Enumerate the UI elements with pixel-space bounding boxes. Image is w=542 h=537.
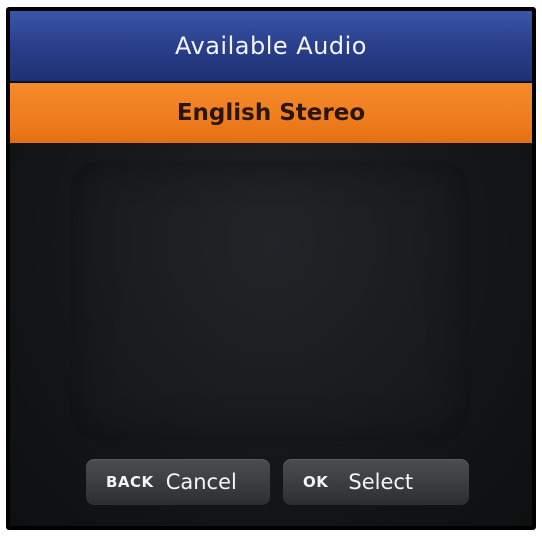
select-button[interactable]: OK Select (283, 459, 469, 505)
select-label: Select (348, 470, 414, 494)
back-key-label: BACK (106, 473, 154, 491)
dialog-title: Available Audio (175, 32, 367, 60)
audio-dialog-frame: Available Audio English Stereo BACK Canc… (6, 7, 536, 530)
cancel-label: Cancel (165, 470, 237, 494)
audio-track-label: English Stereo (176, 100, 366, 126)
audio-track-list: English Stereo (10, 83, 532, 143)
audio-track-item[interactable]: English Stereo (10, 83, 532, 143)
ok-key-label: OK (303, 473, 329, 491)
dialog-footer: BACK Cancel OK Select (10, 456, 532, 526)
dialog-header: Available Audio (10, 11, 532, 83)
cancel-button[interactable]: BACK Cancel (86, 459, 270, 505)
audio-dialog: Available Audio English Stereo BACK Canc… (10, 11, 532, 526)
